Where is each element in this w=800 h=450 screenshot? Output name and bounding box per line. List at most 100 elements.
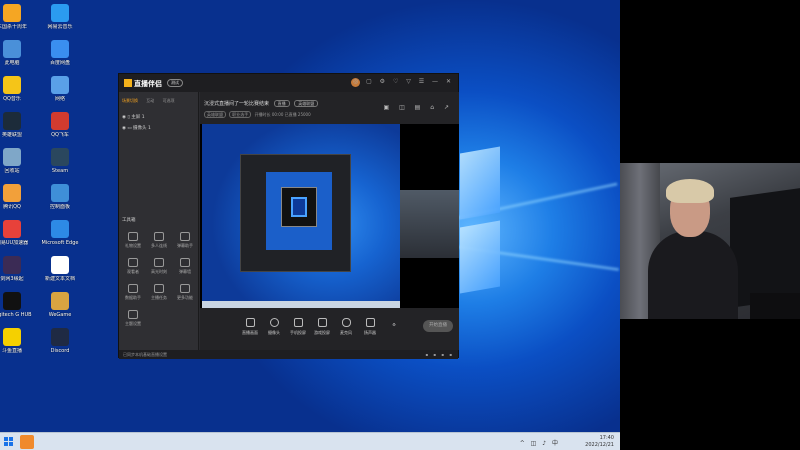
desktop-icon[interactable]: 网易云音乐	[40, 4, 80, 30]
webcam-feed	[620, 163, 800, 319]
title-bar: 直播伴侣 测试 ◎ ▢ ⚙ ♡ ▽ ☰ — ✕	[119, 74, 458, 92]
app-name: 直播伴侣	[134, 80, 162, 88]
tool-label: 更多功能	[177, 295, 193, 300]
app-icon	[3, 76, 21, 94]
preview-toolbar[interactable]: ▣ ◫ ▤ ⌂ ↗	[384, 104, 453, 111]
desktop-icon[interactable]: 百度网盘	[40, 40, 80, 66]
clock[interactable]: 17:40 2022/12/21	[585, 435, 614, 449]
desktop-icon[interactable]: Discord	[40, 328, 80, 354]
scene-item[interactable]: ◉ ▭ 摄像头 1	[122, 125, 151, 131]
desktop-icon-label: QQ音乐	[3, 96, 21, 102]
tool-item[interactable]: 主播任务	[147, 284, 171, 301]
tool-icon	[128, 284, 138, 293]
desktop-icon[interactable]: 三国杀十周年	[0, 4, 32, 30]
status-bar: 已同步本机基础直播设置 ▪ ▪ ▪ ▪	[119, 350, 458, 359]
desktop-icon-label: 网易UU加速器	[0, 240, 29, 246]
game-cast-button[interactable]: 游戏投屏	[312, 318, 332, 336]
tool-item[interactable]: 多人连线	[147, 232, 171, 249]
desktop-icon[interactable]: 新建文本文档	[40, 256, 80, 282]
desktop-icon[interactable]: QQ飞车	[40, 112, 80, 138]
sub-tag[interactable]: 职业选手	[229, 111, 252, 118]
preview-desktop	[202, 124, 400, 308]
streamer-hair	[666, 179, 714, 203]
preview-taskbar	[202, 301, 400, 308]
tool-item[interactable]: 主题设置	[121, 310, 145, 327]
sub-tag[interactable]: 英雄联盟	[204, 111, 226, 118]
desktop-icon[interactable]: 英雄联盟	[0, 112, 32, 138]
app-icon	[51, 148, 69, 166]
title-tag[interactable]: 直播	[273, 100, 290, 107]
tool-icon	[180, 232, 190, 241]
app-icon	[3, 112, 21, 130]
desktop-icon[interactable]: Logitech G HUB	[0, 292, 32, 318]
desktop-icon-label: Microsoft Edge	[41, 240, 79, 246]
tool-item[interactable]: 观看者	[121, 258, 145, 275]
desktop: 三国杀十周年 网易云音乐此电脑 百度网盘 QQ音乐 网络英雄联盟 QQ飞车回收站 Steam…	[0, 0, 620, 450]
desktop-icon[interactable]: WeGame	[40, 292, 80, 318]
tab-scenes[interactable]: 场景切换	[122, 98, 138, 103]
desktop-icon[interactable]: 此电脑	[0, 40, 32, 66]
tool-item[interactable]: 弹幕墙	[173, 258, 197, 275]
desktop-icon[interactable]: Steam	[40, 148, 80, 174]
tool-item[interactable]: 更多功能	[173, 284, 197, 301]
desktop-icon-label: 剑网3缘起	[0, 276, 24, 282]
preview-nested-window-2	[281, 187, 317, 227]
desktop-icon[interactable]: QQ音乐	[0, 76, 32, 102]
phone-cast-button[interactable]: 手机投屏	[288, 318, 308, 336]
tool-item[interactable]: 高光时刻	[147, 258, 171, 275]
app-icon	[3, 40, 21, 58]
start-live-button[interactable]: 开始直播	[423, 320, 453, 332]
app-icon	[51, 292, 69, 310]
desktop-icon[interactable]: 网络	[40, 76, 80, 102]
desktop-icon-label: 百度网盘	[49, 60, 70, 66]
monitor	[730, 188, 800, 308]
tool-icon	[154, 258, 164, 267]
desktop-icon[interactable]: Microsoft Edge	[40, 220, 80, 246]
tool-item[interactable]: 礼物设置	[121, 232, 145, 249]
desktop-icon[interactable]: 斗鱼直播	[0, 328, 32, 354]
tool-icon	[154, 232, 164, 241]
camera-button[interactable]: 摄像头	[264, 318, 284, 336]
desk-edge	[750, 293, 800, 319]
tool-item[interactable]: 数据助手	[121, 284, 145, 301]
microphone-button[interactable]: 麦克风	[336, 318, 356, 336]
taskbar-app-icon[interactable]	[20, 435, 34, 449]
main-panel: 沉浸式直播间了一轮比赛结束 直播 英雄联盟 英雄联盟 职业选手 开播时长 00:…	[200, 92, 459, 350]
stream-title-row: 沉浸式直播间了一轮比赛结束 直播 英雄联盟	[204, 100, 319, 107]
clock-time: 17:40	[599, 435, 614, 441]
tool-label: 弹幕墙	[179, 269, 191, 274]
desktop-icon[interactable]: 回收站	[0, 148, 32, 174]
tool-icon	[154, 284, 164, 293]
screen-capture-button[interactable]: 直播画面	[240, 318, 260, 336]
tool-label: 观看者	[127, 269, 139, 274]
desktop-icon[interactable]: 网易UU加速器	[0, 220, 32, 246]
settings-icon[interactable]: ⚙	[384, 322, 404, 327]
stream-title[interactable]: 沉浸式直播间了一轮比赛结束	[204, 101, 269, 107]
start-icon[interactable]	[4, 437, 14, 447]
tool-item[interactable]: 弹幕助手	[173, 232, 197, 249]
desktop-icon[interactable]: 腾讯QQ	[0, 184, 32, 210]
tray-icons[interactable]: ^ ◫ ♪ 中	[520, 438, 560, 447]
desktop-icon-label: 腾讯QQ	[3, 204, 21, 210]
desktop-icon-label: Steam	[51, 168, 69, 174]
scene-item[interactable]: ◉ ▯ 主屏 1	[122, 114, 145, 120]
app-icon	[51, 184, 69, 202]
desktop-icon-label: 斗鱼直播	[1, 348, 22, 354]
tab-options[interactable]: 可选项	[163, 98, 175, 103]
speaker-button[interactable]: 扬声器	[360, 318, 380, 336]
window-controls[interactable]: ◎ ▢ ⚙ ♡ ▽ ☰ — ✕	[353, 78, 454, 85]
desktop-icon-label: 三国杀十周年	[0, 24, 27, 30]
desktop-icon-label: Discord	[50, 348, 70, 354]
app-icon	[51, 40, 69, 58]
desktop-icon[interactable]: 剑网3缘起	[0, 256, 32, 282]
stream-preview[interactable]	[200, 124, 459, 308]
category-tag[interactable]: 英雄联盟	[294, 100, 319, 107]
tool-label: 数据助手	[125, 295, 141, 300]
tool-label: 高光时刻	[151, 269, 167, 274]
tab-interaction[interactable]: 互动	[146, 98, 154, 103]
desktop-icon-label: QQ飞车	[51, 132, 69, 138]
control-bar: 直播画面 摄像头 手机投屏 游戏投屏 麦克风 扬声器 ⚙ 开始直播	[200, 312, 459, 350]
live-companion-window[interactable]: 直播伴侣 测试 ◎ ▢ ⚙ ♡ ▽ ☰ — ✕ 场景切换 互动 可选项 ◉ ▯ …	[118, 73, 459, 359]
desktop-icon-label: WeGame	[48, 312, 72, 318]
desktop-icon[interactable]: 控制面板	[40, 184, 80, 210]
